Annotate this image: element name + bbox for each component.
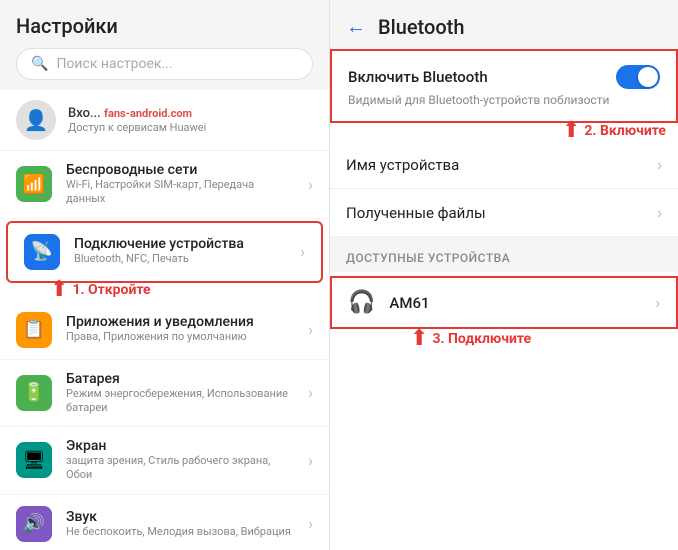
search-icon: 🔍 bbox=[31, 56, 48, 72]
user-name: Вхо... fans-android.com bbox=[68, 106, 313, 121]
device-connection-title: Подключение устройства bbox=[74, 236, 286, 252]
right-header: ← Bluetooth bbox=[330, 0, 678, 49]
toggle-knob bbox=[638, 67, 658, 87]
menu-item-sound[interactable]: 🔊 Звук Не беспокоить, Мелодия вызова, Ви… bbox=[0, 495, 329, 550]
device-name-label: Имя устройства bbox=[346, 156, 459, 174]
avatar: 👤 bbox=[16, 100, 56, 140]
device-connection-icon: 📡 bbox=[24, 234, 60, 270]
device-connection-text: Подключение устройства Bluetooth, NFC, П… bbox=[74, 236, 286, 266]
wireless-title: Беспроводные сети bbox=[66, 162, 294, 178]
back-button[interactable]: ← bbox=[346, 14, 366, 39]
chevron-icon: › bbox=[655, 293, 660, 312]
bt-toggle-section: Включить Bluetooth Видимый для Bluetooth… bbox=[330, 49, 678, 123]
display-sub: защита зрения, Стиль рабочего экрана, Об… bbox=[66, 454, 294, 483]
chevron-icon: › bbox=[308, 175, 313, 194]
bt-toggle-label: Включить Bluetooth bbox=[348, 68, 488, 86]
device-name-am61: АМ61 bbox=[389, 294, 429, 312]
sound-title: Звук bbox=[66, 509, 294, 525]
sound-text: Звук Не беспокоить, Мелодия вызова, Вибр… bbox=[66, 509, 294, 539]
settings-title: Настройки bbox=[16, 14, 313, 38]
chevron-icon: › bbox=[308, 383, 313, 402]
menu-item-wireless[interactable]: 📶 Беспроводные сети Wi-Fi, Настройки SIM… bbox=[0, 151, 329, 219]
bt-sub: Видимый для Bluetooth-устройств поблизос… bbox=[348, 93, 660, 107]
display-title: Экран bbox=[66, 438, 294, 454]
search-bar[interactable]: 🔍 Поиск настроек... bbox=[16, 48, 313, 80]
chevron-icon: › bbox=[308, 320, 313, 339]
display-icon: 🖥 bbox=[16, 442, 52, 478]
chevron-icon: › bbox=[657, 203, 662, 222]
received-files-row[interactable]: Полученные файлы › bbox=[330, 189, 678, 237]
user-row[interactable]: 👤 Вхо... fans-android.com Доступ к серви… bbox=[0, 90, 329, 151]
menu-item-device-connection[interactable]: 📡 Подключение устройства Bluetooth, NFC,… bbox=[6, 221, 323, 283]
bt-toggle-row: Включить Bluetooth bbox=[348, 65, 660, 89]
display-text: Экран защита зрения, Стиль рабочего экра… bbox=[66, 438, 294, 483]
watermark: fans-android.com bbox=[104, 107, 192, 120]
wireless-sub: Wi-Fi, Настройки SIM-карт, Передача данн… bbox=[66, 178, 294, 207]
device-connection-sub: Bluetooth, NFC, Печать bbox=[74, 252, 286, 266]
step3-label: 3. Подключите bbox=[432, 331, 531, 347]
available-devices-header: ДОСТУПНЫЕ УСТРОЙСТВА bbox=[330, 237, 678, 272]
user-sub: Доступ к сервисам Huawei bbox=[68, 121, 313, 134]
battery-icon: 🔋 bbox=[16, 375, 52, 411]
chevron-icon: › bbox=[308, 514, 313, 533]
menu-item-apps[interactable]: 📋 Приложения и уведомления Права, Прилож… bbox=[0, 301, 329, 360]
left-header: Настройки 🔍 Поиск настроек... bbox=[0, 0, 329, 90]
right-content: Включить Bluetooth Видимый для Bluetooth… bbox=[330, 49, 678, 550]
battery-text: Батарея Режим энергосбережения, Использо… bbox=[66, 371, 294, 416]
user-info: Вхо... fans-android.com Доступ к сервиса… bbox=[68, 106, 313, 134]
chevron-icon: › bbox=[308, 451, 313, 470]
menu-list: 📶 Беспроводные сети Wi-Fi, Настройки SIM… bbox=[0, 151, 329, 550]
step2-label: 2. Включите bbox=[584, 123, 666, 139]
chevron-icon: › bbox=[657, 155, 662, 174]
bluetooth-title: Bluetooth bbox=[378, 15, 464, 39]
bluetooth-toggle[interactable] bbox=[616, 65, 660, 89]
received-files-label: Полученные файлы bbox=[346, 204, 486, 222]
apps-sub: Права, Приложения по умолчанию bbox=[66, 330, 294, 344]
device-row-am61[interactable]: 🎧 АМ61 › bbox=[330, 276, 678, 329]
wireless-text: Беспроводные сети Wi-Fi, Настройки SIM-к… bbox=[66, 162, 294, 207]
step1-label: 1. Откройте bbox=[72, 282, 150, 298]
apps-icon: 📋 bbox=[16, 312, 52, 348]
left-panel: Настройки 🔍 Поиск настроек... 👤 Вхо... f… bbox=[0, 0, 330, 550]
menu-item-display[interactable]: 🖥 Экран защита зрения, Стиль рабочего эк… bbox=[0, 427, 329, 495]
right-panel: ← Bluetooth Включить Bluetooth Видимый д… bbox=[330, 0, 678, 550]
sound-icon: 🔊 bbox=[16, 506, 52, 542]
apps-title: Приложения и уведомления bbox=[66, 314, 294, 330]
search-input: Поиск настроек... bbox=[56, 56, 172, 72]
battery-sub: Режим энергосбережения, Использование ба… bbox=[66, 387, 294, 416]
available-devices-label: ДОСТУПНЫЕ УСТРОЙСТВА bbox=[346, 251, 510, 265]
apps-text: Приложения и уведомления Права, Приложен… bbox=[66, 314, 294, 344]
wireless-icon: 📶 bbox=[16, 166, 52, 202]
menu-item-battery[interactable]: 🔋 Батарея Режим энергосбережения, Исполь… bbox=[0, 360, 329, 428]
device-name-row[interactable]: Имя устройства › bbox=[330, 141, 678, 189]
chevron-icon: › bbox=[300, 242, 305, 261]
battery-title: Батарея bbox=[66, 371, 294, 387]
headphone-icon: 🎧 bbox=[348, 290, 375, 315]
sound-sub: Не беспокоить, Мелодия вызова, Вибрация bbox=[66, 525, 294, 539]
